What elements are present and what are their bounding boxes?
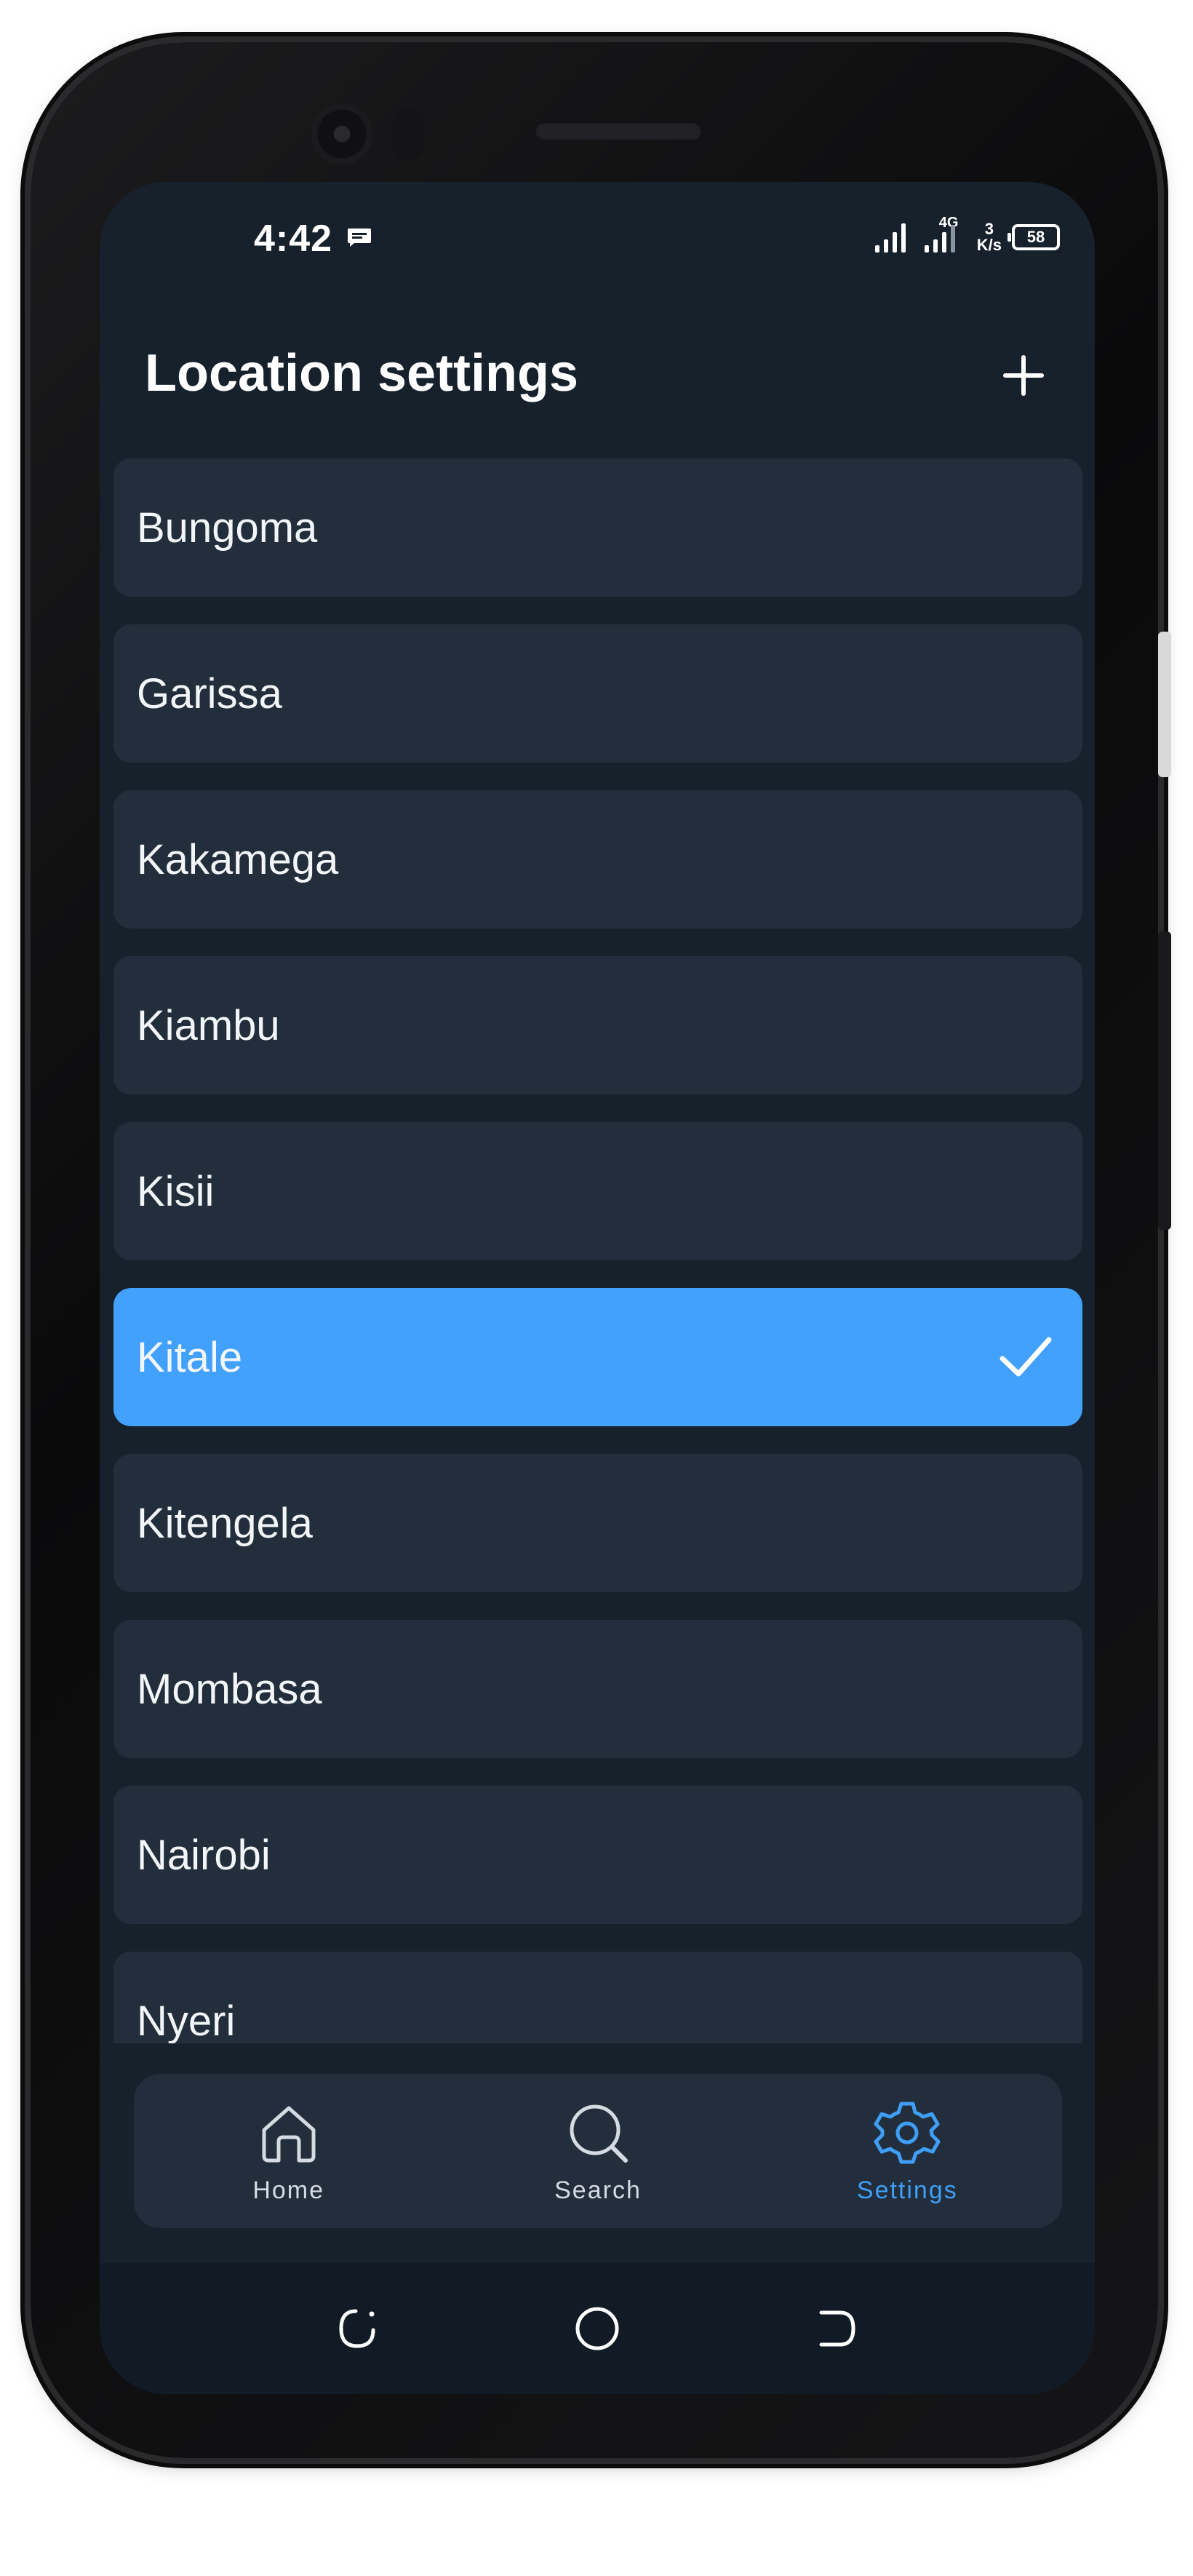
- location-name: Kisii: [137, 1167, 215, 1215]
- system-navigation-bar: [100, 2263, 1095, 2394]
- speed-value: 3: [984, 220, 994, 238]
- power-button: [1158, 931, 1171, 1230]
- nav-label-search: Search: [554, 2176, 642, 2204]
- location-item-garissa[interactable]: Garissa: [113, 624, 1082, 763]
- status-time: 4:42: [254, 218, 333, 260]
- home-icon: [262, 2106, 316, 2162]
- location-item-mombasa[interactable]: Mombasa: [113, 1620, 1082, 1758]
- network-speed: 3 K/s: [977, 221, 1002, 253]
- nav-label-settings: Settings: [856, 2176, 958, 2204]
- home-circle-icon: [575, 2307, 619, 2350]
- gear-icon: [874, 2102, 941, 2163]
- battery-level: 58: [1026, 228, 1045, 246]
- status-indicators: 4G 3 K/s 58: [874, 215, 1060, 259]
- nav-item-home[interactable]: Home: [134, 2074, 443, 2228]
- location-name: Garissa: [137, 669, 282, 717]
- status-bar: 4:42 4G 3 K/s 58: [100, 182, 1095, 298]
- location-item-nyeri[interactable]: Nyeri: [113, 1952, 1082, 2043]
- location-name: Mombasa: [137, 1665, 322, 1713]
- nav-label-home: Home: [252, 2176, 325, 2204]
- earpiece-speaker: [535, 121, 702, 140]
- location-name: Nairobi: [137, 1831, 271, 1879]
- message-icon: [348, 228, 371, 247]
- add-location-button[interactable]: [987, 339, 1060, 412]
- back-icon: [819, 2310, 855, 2347]
- battery-icon: 58: [1008, 224, 1060, 250]
- plus-icon: [1003, 355, 1044, 396]
- location-list-viewport[interactable]: Bungoma Garissa Kakamega Kiambu Kisii Ki…: [100, 458, 1095, 2043]
- speed-unit: K/s: [976, 236, 1002, 254]
- search-icon: [570, 2104, 628, 2163]
- back-button[interactable]: [808, 2299, 866, 2358]
- recents-button[interactable]: [328, 2299, 386, 2358]
- signal-4g-icon: 4G: [923, 215, 967, 257]
- location-name: Nyeri: [137, 1997, 236, 2044]
- location-item-nairobi[interactable]: Nairobi: [113, 1786, 1082, 1924]
- bottom-navigation: Home Search Settings: [134, 2074, 1062, 2228]
- location-name: Kakamega: [137, 835, 339, 883]
- location-item-kakamega[interactable]: Kakamega: [113, 790, 1082, 929]
- check-icon: [1000, 1337, 1052, 1377]
- proximity-sensor: [393, 109, 425, 160]
- volume-button: [1158, 632, 1171, 777]
- location-name: Kiambu: [137, 1001, 280, 1049]
- signal-icon: [874, 223, 906, 253]
- location-item-kitengela[interactable]: Kitengela: [113, 1454, 1082, 1592]
- phone-screen: 4:42 4G 3 K/s 58 Location settings Bungo…: [100, 182, 1095, 2394]
- nav-item-search[interactable]: Search: [443, 2074, 752, 2228]
- location-name: Bungoma: [137, 504, 318, 552]
- location-item-kiambu[interactable]: Kiambu: [113, 956, 1082, 1094]
- front-camera: [311, 103, 372, 164]
- recents-icon: [339, 2309, 375, 2348]
- location-name: Kitengela: [137, 1499, 313, 1547]
- system-home-button[interactable]: [568, 2299, 626, 2358]
- location-list: Bungoma Garissa Kakamega Kiambu Kisii Ki…: [113, 458, 1082, 2043]
- location-item-bungoma[interactable]: Bungoma: [113, 458, 1082, 597]
- location-item-kisii[interactable]: Kisii: [113, 1122, 1082, 1260]
- location-item-kitale[interactable]: Kitale: [113, 1288, 1082, 1426]
- location-name: Kitale: [137, 1333, 243, 1381]
- page-title: Location settings: [145, 344, 579, 402]
- nav-item-settings[interactable]: Settings: [753, 2074, 1062, 2228]
